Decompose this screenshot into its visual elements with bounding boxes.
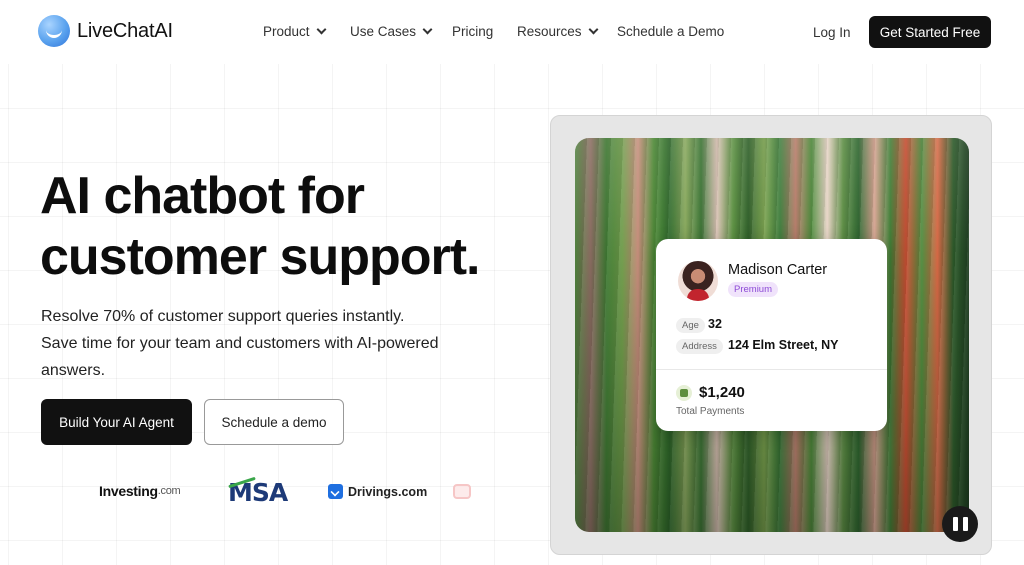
smile-circle-icon [38,15,70,47]
nav-resources-label: Resources [517,24,582,39]
shopify-bag-icon [676,385,692,401]
pause-icon [952,517,958,531]
age-value: 32 [708,317,722,331]
nav-use-cases-label: Use Cases [350,24,417,39]
drivings-check-icon [328,484,343,499]
schedule-demo-button[interactable]: Schedule a demo [204,399,344,445]
customer-name: Madison Carter [728,262,828,278]
nav-product-label: Product [263,24,310,39]
hero-subtitle-line-1: Resolve 70% of customer support queries … [41,308,405,325]
drivings-logo-text: Drivings.com [348,484,428,499]
chevron-down-icon [588,24,598,35]
site-header: LiveChatAI Product Use Cases Pricing Res… [0,0,1024,64]
hero-subtitle: Resolve 70% of customer support queries … [41,303,471,384]
logo[interactable]: LiveChatAI [38,15,173,47]
hero-title: AI chatbot for customer support. [40,166,480,288]
pause-button[interactable] [942,506,978,542]
faded-brand-icon [453,484,471,499]
investing-logo-suffix: .com [157,485,181,497]
hero-title-line-1: AI chatbot for [40,167,365,225]
address-label: Address [676,339,723,354]
brand-name: LiveChatAI [77,19,173,42]
msa-logo: MSA [228,476,288,507]
nav-schedule-demo-label: Schedule a Demo [617,24,725,39]
avatar [678,261,718,301]
tier-badge: Premium [728,282,779,297]
get-started-button[interactable]: Get Started Free [869,16,991,48]
age-label: Age [676,318,705,333]
nav-resources[interactable]: Resources [517,24,598,39]
total-payments-label: Total Payments [676,406,745,417]
nav-product[interactable]: Product [263,24,326,39]
nav-pricing[interactable]: Pricing [452,24,493,39]
nav-schedule-demo[interactable]: Schedule a Demo [617,24,724,39]
drivings-logo: Drivings.com [328,484,427,499]
chevron-down-icon [422,24,433,35]
investing-logo-main: Investing [99,483,158,499]
investing-logo: Investing .com [99,483,181,499]
total-payments-amount: $1,240 [699,384,745,401]
card-divider [656,369,887,370]
hero-subtitle-line-2: Save time for your team and customers wi… [41,335,439,352]
customer-profile-card: Madison Carter Premium Age 32 Address 12… [656,239,887,431]
hero-subtitle-line-3: answers. [41,362,106,379]
login-link[interactable]: Log In [813,25,851,40]
hero-title-line-2: customer support. [40,228,480,286]
nav-use-cases[interactable]: Use Cases [350,24,433,39]
chevron-down-icon [316,24,326,35]
build-agent-button[interactable]: Build Your AI Agent [41,399,192,445]
pause-icon-bar [962,517,968,531]
address-value: 124 Elm Street, NY [728,338,839,352]
nav-pricing-label: Pricing [452,24,494,39]
